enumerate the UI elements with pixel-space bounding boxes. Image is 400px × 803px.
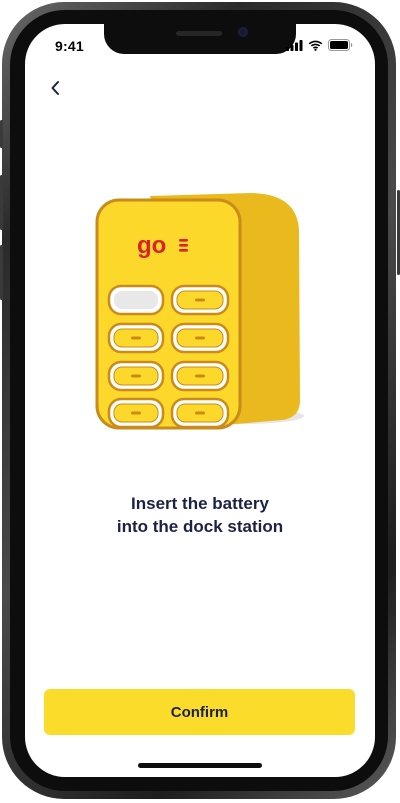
- signal-icon: [286, 39, 303, 51]
- slot-empty: [107, 284, 165, 316]
- chevron-left-icon: [51, 81, 59, 95]
- front-camera: [238, 27, 248, 37]
- dock-station-illustration: go: [95, 193, 304, 430]
- slot-battery: [170, 284, 230, 316]
- status-time: 9:41: [55, 38, 84, 54]
- battery-icon: [328, 39, 353, 51]
- slot-battery: [170, 322, 230, 354]
- slot-battery: [107, 322, 165, 354]
- slot-battery: [170, 397, 230, 429]
- volume-down-button: [0, 245, 3, 300]
- instruction-line-1: Insert the battery: [131, 494, 269, 513]
- logo-text: go: [137, 232, 166, 259]
- back-button[interactable]: [43, 76, 67, 100]
- speaker-grille: [176, 31, 222, 36]
- instruction-line-2: into the dock station: [116, 517, 284, 536]
- status-icons: [286, 39, 353, 51]
- slot-battery: [107, 360, 165, 392]
- instruction-text: Insert the battery into the dock station: [25, 492, 375, 538]
- mute-switch: [0, 120, 3, 148]
- screen: 9:41 go Insert the battery into the dock…: [25, 24, 375, 777]
- volume-up-button: [0, 175, 3, 230]
- slot-battery: [170, 360, 230, 392]
- wifi-icon: [308, 40, 323, 51]
- home-indicator[interactable]: [138, 763, 262, 768]
- slot-battery: [107, 397, 165, 429]
- notch: [104, 24, 296, 54]
- confirm-button[interactable]: Confirm: [44, 689, 355, 735]
